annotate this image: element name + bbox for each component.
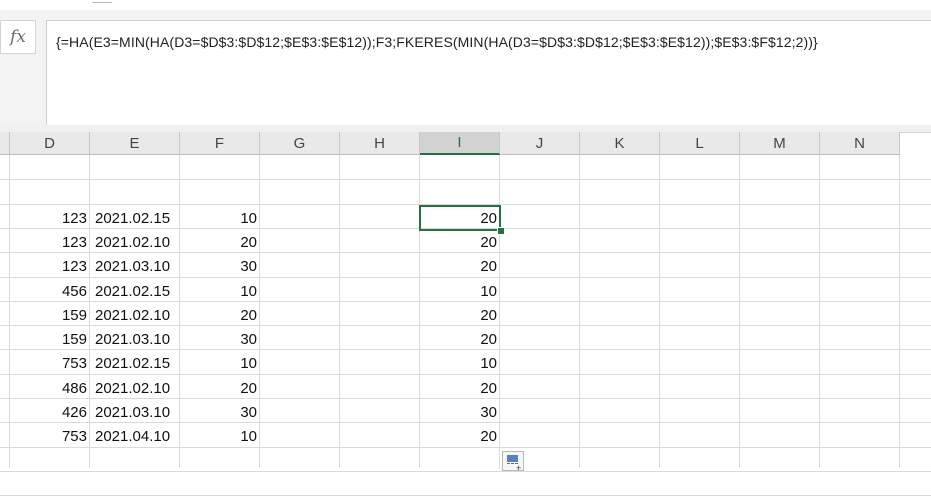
- cell-e[interactable]: 2021.04.10: [90, 424, 180, 448]
- cell-i[interactable]: 10: [420, 279, 500, 303]
- cell-e[interactable]: 2021.02.10: [90, 303, 180, 327]
- formula-bar: fx {=HA(E3=MIN(HA(D3=$D$3:$D$12;$E$3:$E$…: [0, 10, 931, 128]
- fx-label: fx: [10, 27, 26, 47]
- cell-i[interactable]: 10: [420, 351, 500, 375]
- cell-e[interactable]: 2021.02.15: [90, 206, 180, 230]
- column-header-g[interactable]: G: [260, 132, 340, 155]
- worksheet-grid: D E F G H I J K L M N 123 2021.02.15 10 20 123 2021.02.1…: [0, 132, 931, 496]
- column-header-e[interactable]: E: [90, 132, 180, 155]
- cell-f[interactable]: 30: [180, 254, 260, 278]
- cell-d[interactable]: 753: [10, 424, 90, 448]
- cell-d[interactable]: 123: [10, 230, 90, 254]
- formula-input[interactable]: {=HA(E3=MIN(HA(D3=$D$3:$D$12;$E$3:$E$12)…: [46, 20, 931, 128]
- cell-d[interactable]: 486: [10, 376, 90, 400]
- cell-e[interactable]: 2021.02.15: [90, 351, 180, 375]
- gridline-horizontal: [0, 471, 931, 472]
- column-header-i[interactable]: I: [420, 132, 500, 155]
- cell-e[interactable]: 2021.02.10: [90, 376, 180, 400]
- gridline-horizontal: [0, 179, 931, 180]
- cell-f[interactable]: 30: [180, 327, 260, 351]
- cell-d[interactable]: 123: [10, 254, 90, 278]
- cell-f[interactable]: 10: [180, 279, 260, 303]
- column-header-l[interactable]: L: [660, 132, 740, 155]
- cell-d[interactable]: 456: [10, 279, 90, 303]
- column-header-h[interactable]: H: [340, 132, 420, 155]
- formula-text: {=HA(E3=MIN(HA(D3=$D$3:$D$12;$E$3:$E$12)…: [56, 34, 818, 50]
- column-header-j[interactable]: J: [500, 132, 580, 155]
- cell-e[interactable]: 2021.03.10: [90, 400, 180, 424]
- cell-f[interactable]: 10: [180, 206, 260, 230]
- column-header-n[interactable]: N: [820, 132, 900, 155]
- cell-i[interactable]: 20: [420, 230, 500, 254]
- cell-i[interactable]: 20: [420, 303, 500, 327]
- cell-f[interactable]: 20: [180, 230, 260, 254]
- cell-i[interactable]: 20: [420, 327, 500, 351]
- fill-handle[interactable]: [497, 227, 505, 235]
- cell-d[interactable]: 753: [10, 351, 90, 375]
- cell-d[interactable]: 123: [10, 206, 90, 230]
- cell-d[interactable]: 159: [10, 303, 90, 327]
- cell-e[interactable]: 2021.02.15: [90, 279, 180, 303]
- selected-cell[interactable]: [419, 205, 501, 231]
- cell-f[interactable]: 10: [180, 351, 260, 375]
- column-header-stub: [0, 132, 10, 155]
- column-header-d[interactable]: D: [10, 132, 90, 155]
- cell-e[interactable]: 2021.03.10: [90, 327, 180, 351]
- cell-f[interactable]: 20: [180, 303, 260, 327]
- cell-d[interactable]: 426: [10, 400, 90, 424]
- cell-e[interactable]: 2021.02.10: [90, 230, 180, 254]
- cell-i[interactable]: 20: [420, 254, 500, 278]
- cell-f[interactable]: 30: [180, 400, 260, 424]
- quick-analysis-glyph: +: [516, 463, 522, 473]
- cell-f[interactable]: 10: [180, 424, 260, 448]
- function-icon[interactable]: fx: [0, 20, 36, 54]
- quick-analysis-glyph: [507, 455, 518, 462]
- cell-i[interactable]: 20: [420, 376, 500, 400]
- cell-i[interactable]: 20: [420, 424, 500, 448]
- cell-d[interactable]: 159: [10, 327, 90, 351]
- column-header-m[interactable]: M: [740, 132, 820, 155]
- column-header-f[interactable]: F: [180, 132, 260, 155]
- column-header-k[interactable]: K: [580, 132, 660, 155]
- quick-analysis-icon[interactable]: +: [502, 451, 524, 473]
- cell-e[interactable]: 2021.03.10: [90, 254, 180, 278]
- cell-f[interactable]: 20: [180, 376, 260, 400]
- cell-i[interactable]: 30: [420, 400, 500, 424]
